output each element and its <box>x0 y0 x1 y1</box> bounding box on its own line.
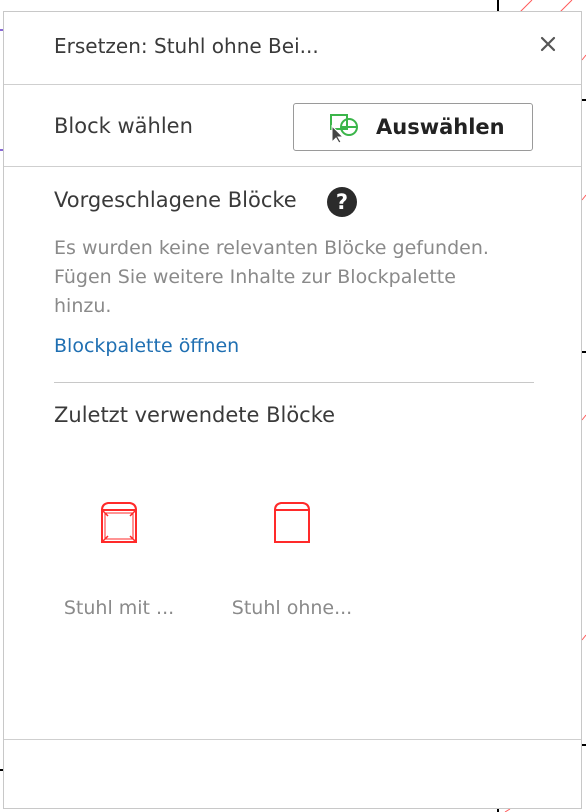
no-blocks-info: Es wurden keine relevanten Blöcke gefund… <box>54 234 554 321</box>
replace-block-dialog: Ersetzen: Stuhl ohne Bei... Block wählen… <box>3 11 582 809</box>
recent-blocks-title: Zuletzt verwendete Blöcke <box>54 403 336 427</box>
select-block-row: Block wählen Auswählen <box>4 85 581 167</box>
info-line-3: hinzu. <box>54 295 112 317</box>
workspace: Ersetzen: Stuhl ohne Bei... Block wählen… <box>0 0 586 812</box>
close-icon <box>540 36 556 52</box>
section-divider <box>54 382 534 383</box>
recent-block-label: Stuhl ohne... <box>231 597 353 619</box>
chair-block-icon <box>101 502 137 543</box>
info-line-2: Fügen Sie weitere Inhalte zur Blockpalet… <box>54 266 456 288</box>
select-button[interactable]: Auswählen <box>293 103 533 151</box>
close-button[interactable] <box>537 33 559 55</box>
select-button-label: Auswählen <box>376 115 505 139</box>
dialog-header: Ersetzen: Stuhl ohne Bei... <box>4 12 581 85</box>
svg-text:?: ? <box>336 190 348 214</box>
recent-block-label: Stuhl mit ... <box>63 597 175 619</box>
suggested-blocks-title: Vorgeschlagene Blöcke <box>54 188 297 212</box>
chair-block-icon <box>274 502 310 543</box>
open-block-palette-link[interactable]: Blockpalette öffnen <box>54 335 239 357</box>
select-block-icon <box>330 114 358 144</box>
recent-block-tile[interactable]: Stuhl ohne... <box>222 492 362 622</box>
info-line-1: Es wurden keine relevanten Blöcke gefund… <box>54 237 489 259</box>
help-icon[interactable]: ? <box>326 186 358 218</box>
dialog-title: Ersetzen: Stuhl ohne Bei... <box>54 34 319 58</box>
select-block-label: Block wählen <box>54 114 193 138</box>
footer-divider <box>4 739 581 740</box>
recent-block-tile[interactable]: Stuhl mit ... <box>49 492 189 622</box>
